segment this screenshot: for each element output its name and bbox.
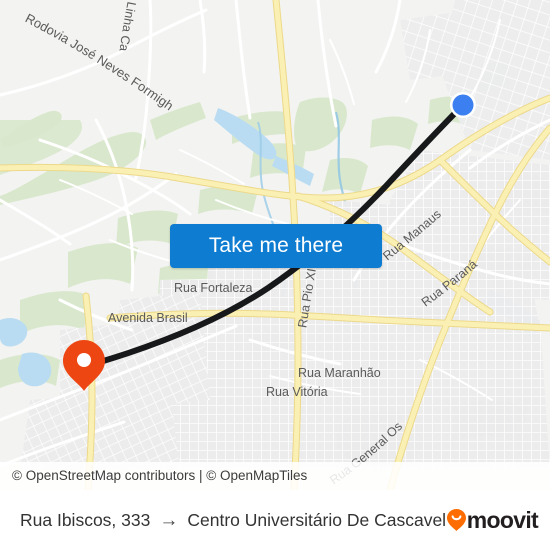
map-canvas[interactable]: Rodovia José Neves Formighieri Linha Ca … <box>0 0 550 490</box>
moovit-logo[interactable]: moovit <box>446 506 539 534</box>
route-summary: Rua Ibiscos, 333 → Centro Universitário … <box>20 509 446 531</box>
street-label-rua-fortaleza: Rua Fortaleza <box>174 281 253 295</box>
moovit-wordmark: moovit <box>466 506 539 533</box>
route-origin-label: Rua Ibiscos, 333 <box>20 509 151 530</box>
footer-bar: Rua Ibiscos, 333 → Centro Universitário … <box>0 490 550 550</box>
destination-marker[interactable] <box>450 92 476 118</box>
street-label-rua-vitoria: Rua Vitória <box>266 385 328 399</box>
street-label-rua-maranhao: Rua Maranhão <box>298 366 381 380</box>
route-destination-label: Centro Universitário De Cascavel <box>187 509 447 530</box>
moovit-route-screenshot: Rodovia José Neves Formighieri Linha Ca … <box>0 0 550 550</box>
take-me-there-button[interactable]: Take me there <box>170 224 382 268</box>
moovit-pin-icon <box>446 509 466 531</box>
map-attribution: © OpenStreetMap contributors | © OpenMap… <box>0 462 550 490</box>
street-label-avenida-brasil: Avenida Brasil <box>108 311 188 325</box>
arrow-right-icon: → <box>159 509 179 531</box>
